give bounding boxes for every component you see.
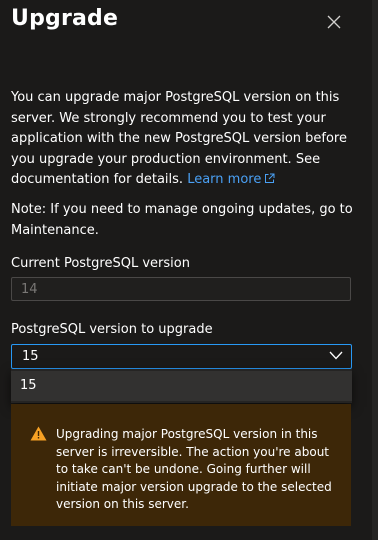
dropdown-option-15[interactable]: 15 xyxy=(11,371,352,401)
scrollbar[interactable] xyxy=(372,0,378,540)
learn-more-label: Learn more xyxy=(187,172,262,187)
learn-more-link[interactable]: Learn more xyxy=(187,172,275,187)
upgrade-version-select[interactable]: 15 xyxy=(11,344,352,369)
selected-version: 15 xyxy=(22,349,39,364)
close-icon xyxy=(327,15,341,29)
warning-icon xyxy=(30,426,47,441)
irreversible-warning: Upgrading major PostgreSQL version in th… xyxy=(11,404,351,526)
close-button[interactable] xyxy=(322,10,346,34)
current-version-field: 14 xyxy=(11,277,351,301)
upgrade-version-label: PostgreSQL version to upgrade xyxy=(11,322,213,337)
chevron-down-icon xyxy=(329,351,343,360)
upgrade-panel: Upgrade You can upgrade major PostgreSQL… xyxy=(0,0,373,540)
maintenance-note: Note: If you need to manage ongoing upda… xyxy=(11,202,353,238)
warning-text: Upgrading major PostgreSQL version in th… xyxy=(56,427,332,511)
current-version-label: Current PostgreSQL version xyxy=(11,256,190,271)
external-link-icon xyxy=(265,173,275,183)
version-dropdown-list: 15 xyxy=(11,369,352,403)
description-text: You can upgrade major PostgreSQL version… xyxy=(11,90,347,187)
panel-title: Upgrade xyxy=(11,6,119,31)
upgrade-description: You can upgrade major PostgreSQL version… xyxy=(11,88,356,191)
